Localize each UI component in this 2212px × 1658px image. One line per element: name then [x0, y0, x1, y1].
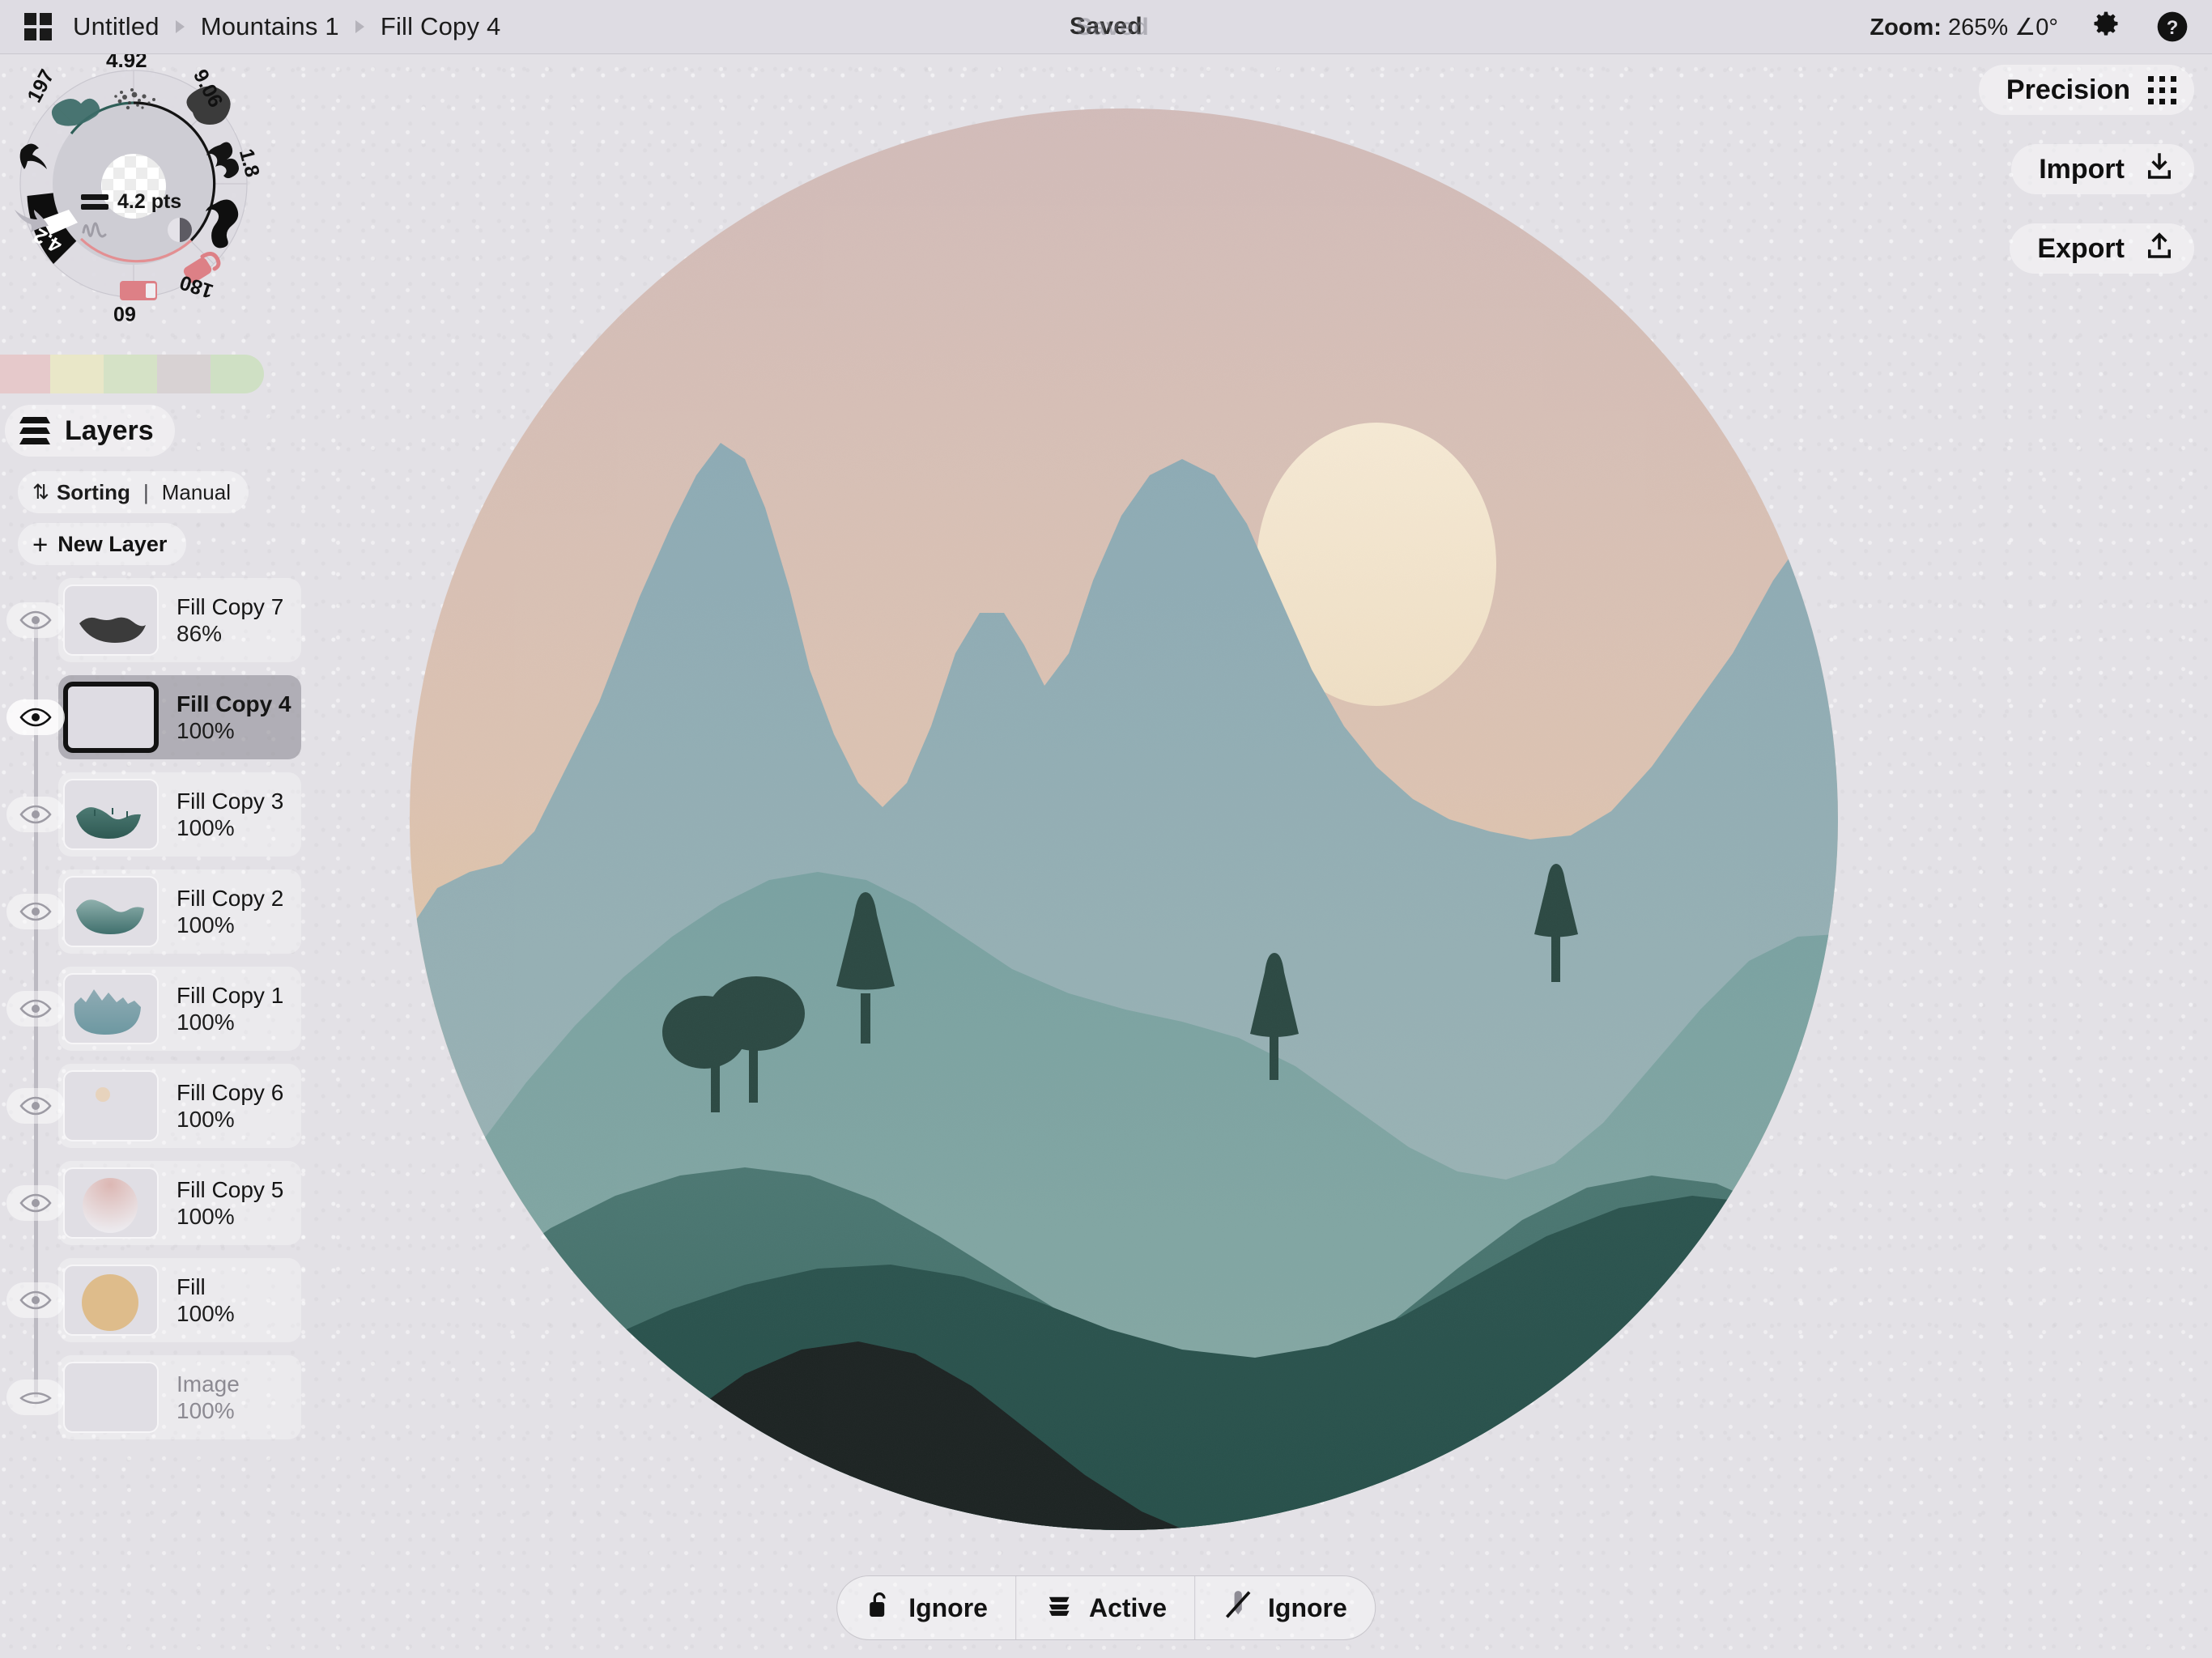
- breadcrumb: Untitled Mountains 1 Fill Copy 4: [73, 12, 500, 41]
- lock-mode-label: Ignore: [908, 1592, 988, 1622]
- bottom-status-bar: Ignore Active Ignore: [836, 1575, 1376, 1640]
- top-bar: Untitled Mountains 1 Fill Copy 4 Saved S…: [0, 0, 2212, 54]
- artwork-layers: [410, 108, 1838, 1530]
- layers-stack-icon: [1044, 1591, 1074, 1625]
- top-bar-right-group: Zoom: 265% ∠0° ?: [1870, 8, 2191, 45]
- chevron-right-icon: [355, 20, 364, 33]
- pen-mode-button[interactable]: Ignore: [1194, 1576, 1375, 1639]
- zoom-value: 265%: [1948, 14, 2009, 40]
- breadcrumb-item-document[interactable]: Untitled: [73, 12, 160, 41]
- rotation-value: ∠0°: [2014, 14, 2058, 40]
- unlocked-padlock-icon: [865, 1588, 894, 1627]
- app-root: Untitled Mountains 1 Fill Copy 4 Saved S…: [0, 0, 2212, 1658]
- zoom-indicator[interactable]: Zoom: 265% ∠0°: [1870, 13, 2058, 41]
- svg-text:?: ?: [2167, 17, 2179, 39]
- help-icon[interactable]: ?: [2154, 8, 2191, 45]
- save-status: Saved Saved: [1070, 13, 1149, 40]
- breadcrumb-item-layer[interactable]: Fill Copy 4: [381, 12, 501, 41]
- chevron-right-icon: [175, 20, 185, 33]
- pencil-slash-icon: [1223, 1588, 1253, 1627]
- save-status-ghost: Saved: [1076, 14, 1149, 40]
- zoom-label: Zoom:: [1870, 14, 1942, 40]
- grid-menu-icon[interactable]: [24, 13, 52, 40]
- breadcrumb-item-project[interactable]: Mountains 1: [201, 12, 339, 41]
- layer-mode-button[interactable]: Active: [1015, 1576, 1194, 1639]
- artwork-svg: [410, 108, 1838, 1530]
- lock-mode-button[interactable]: Ignore: [837, 1576, 1015, 1639]
- artwork-canvas[interactable]: [0, 54, 2212, 1658]
- pen-mode-label: Ignore: [1268, 1592, 1347, 1622]
- gear-icon[interactable]: [2087, 8, 2125, 45]
- layer-mode-label: Active: [1088, 1592, 1168, 1622]
